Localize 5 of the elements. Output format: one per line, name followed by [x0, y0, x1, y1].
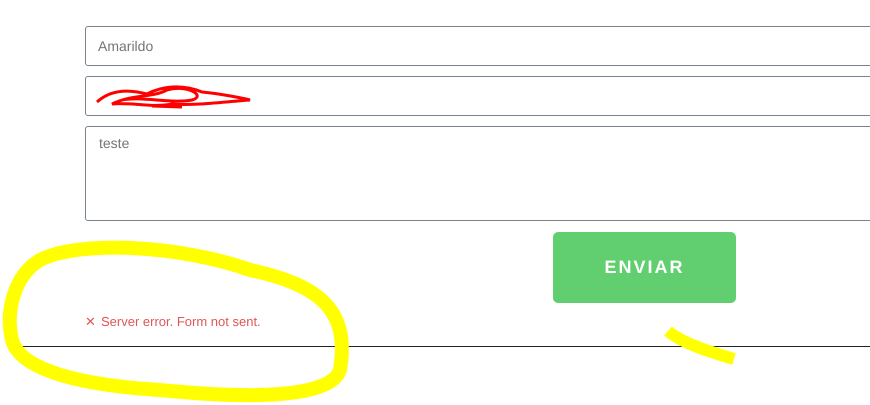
- message-field[interactable]: teste: [85, 126, 870, 221]
- error-icon: ✕: [85, 314, 96, 329]
- email-field[interactable]: [85, 76, 870, 116]
- name-field[interactable]: Amarildo: [85, 26, 870, 66]
- error-message: Server error. Form not sent.: [101, 314, 261, 329]
